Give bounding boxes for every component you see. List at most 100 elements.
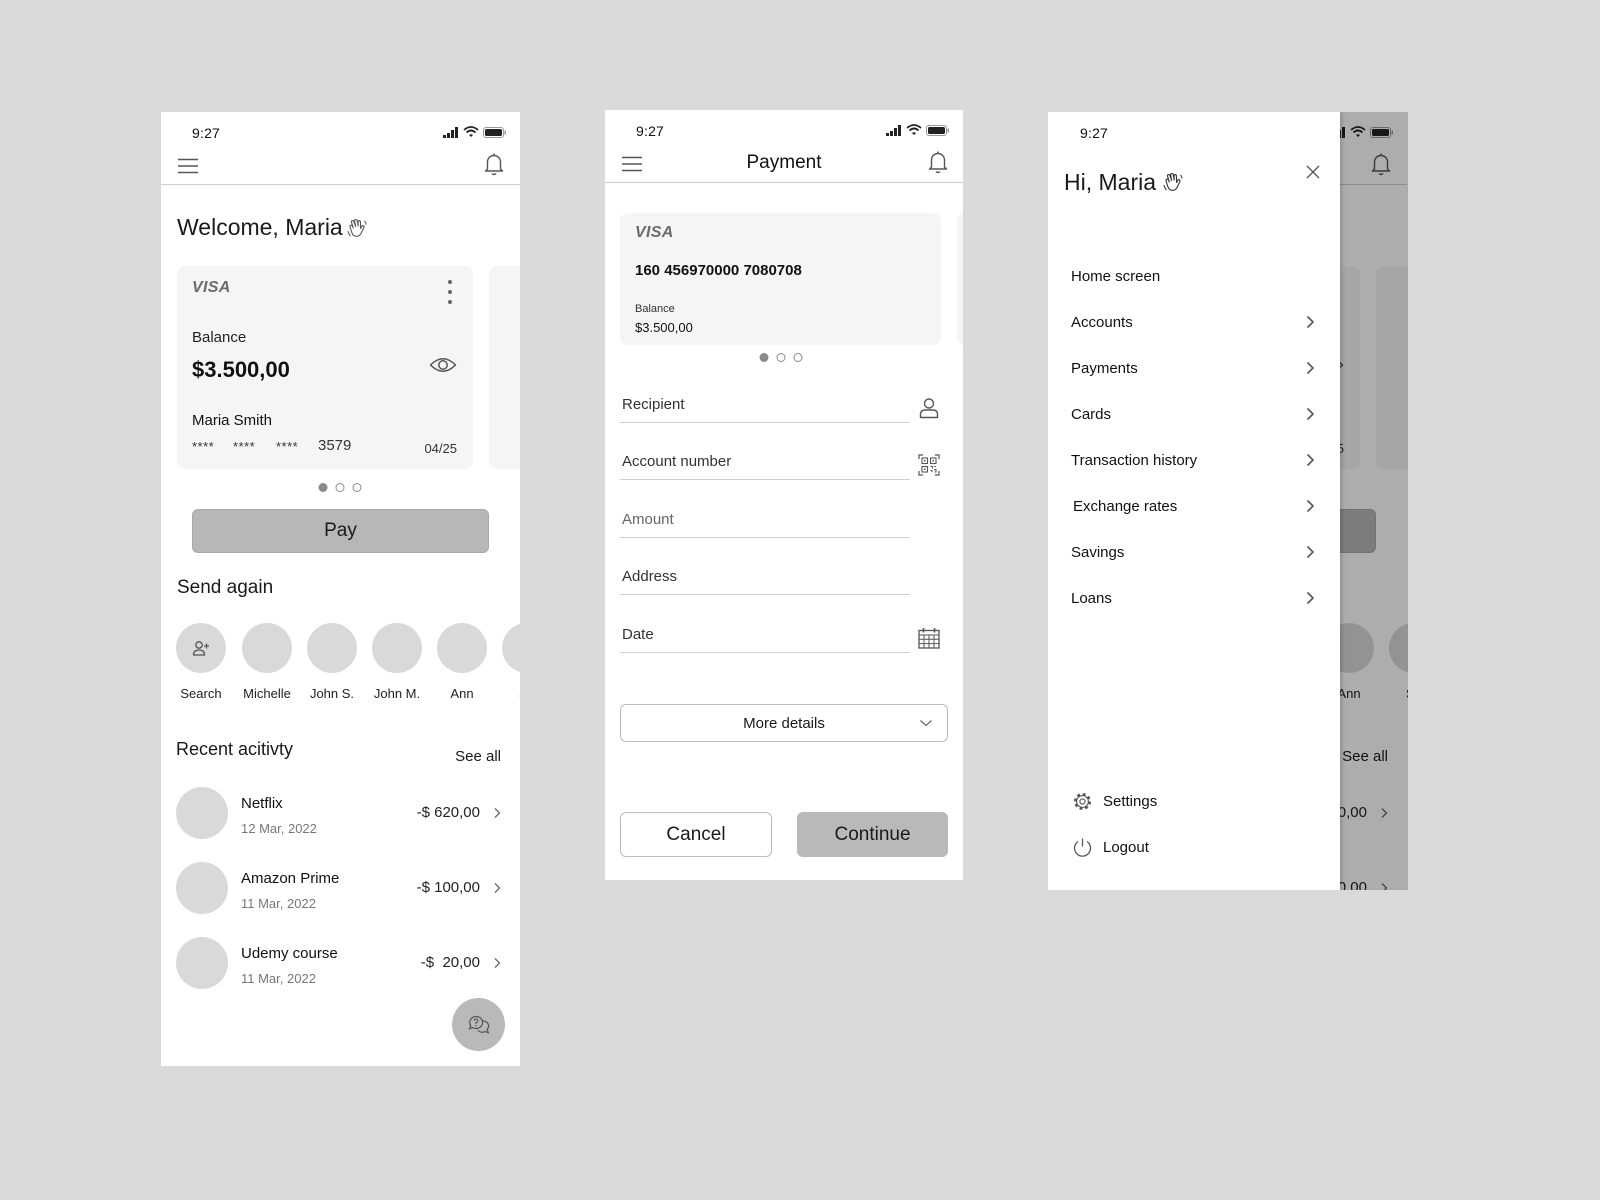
carousel-dot[interactable] xyxy=(318,483,328,492)
menu-item-label: Cards xyxy=(1071,405,1112,423)
contact-item[interactable]: Michelle xyxy=(237,623,297,701)
contact-item[interactable]: John S. xyxy=(302,623,362,701)
logout-label: Logout xyxy=(1103,838,1149,856)
menu-item-payments[interactable]: Payments xyxy=(1071,345,1321,391)
status-time: 9:27 xyxy=(192,125,221,141)
amount-field[interactable]: Amount xyxy=(620,507,910,538)
balance-amount: $3.500,00 xyxy=(635,320,693,335)
notifications-bell-icon[interactable] xyxy=(483,152,505,176)
person-icon[interactable] xyxy=(918,397,940,419)
header-divider xyxy=(161,184,520,185)
status-time: 9:27 xyxy=(636,123,665,139)
next-card-peek[interactable] xyxy=(957,213,963,345)
waving-hand-icon xyxy=(1163,172,1183,192)
menu-item-label: Loans xyxy=(1071,589,1112,607)
visa-logo: VISA xyxy=(635,224,674,241)
transaction-amount: -$ 20,00 xyxy=(420,954,480,971)
transaction-row[interactable]: Netflix 12 Mar, 2022 -$ 620,00 xyxy=(161,787,520,843)
carousel-dot[interactable] xyxy=(335,483,345,492)
date-field[interactable]: Date xyxy=(620,622,910,653)
field-label: Amount xyxy=(622,511,674,528)
contact-avatar[interactable] xyxy=(176,623,226,673)
contact-avatar[interactable] xyxy=(307,623,357,673)
menu-item-transaction-history[interactable]: Transaction history xyxy=(1071,437,1321,483)
transaction-title: Netflix xyxy=(241,795,283,812)
pay-button[interactable]: Pay xyxy=(192,509,489,553)
contact-search[interactable]: Search xyxy=(171,623,231,701)
person-add-icon xyxy=(192,640,210,656)
notifications-bell-icon[interactable] xyxy=(927,150,949,174)
transaction-avatar xyxy=(176,787,228,839)
cancel-button[interactable]: Cancel xyxy=(620,812,772,857)
card-masked-group: **** xyxy=(233,439,256,454)
account-number: 160 456970000 7080708 xyxy=(635,262,802,279)
qr-code-icon[interactable] xyxy=(918,454,940,476)
next-card-peek[interactable] xyxy=(489,266,520,469)
contact-avatar[interactable] xyxy=(242,623,292,673)
battery-icon xyxy=(483,126,507,138)
account-number-field[interactable]: Account number xyxy=(620,449,910,480)
card-holder-name: Maria Smith xyxy=(192,412,273,429)
help-chat-button[interactable] xyxy=(452,998,505,1051)
chevron-right-icon xyxy=(493,807,501,819)
recipient-field[interactable]: Recipient xyxy=(620,392,910,423)
card-more-options-icon[interactable] xyxy=(446,279,454,305)
menu-item-savings[interactable]: Savings xyxy=(1071,529,1321,575)
chevron-right-icon xyxy=(1305,361,1315,375)
chevron-right-icon xyxy=(1305,545,1315,559)
card-last-four: 3579 xyxy=(318,437,352,454)
greeting-heading: Hi, Maria xyxy=(1064,169,1157,195)
carousel-dot[interactable] xyxy=(759,353,769,362)
contact-item[interactable]: John M. xyxy=(367,623,427,701)
waving-hand-icon xyxy=(347,218,367,238)
transaction-row[interactable]: Udemy course 11 Mar, 2022 -$ 20,00 xyxy=(161,937,520,993)
carousel-dot[interactable] xyxy=(352,483,362,492)
calendar-icon[interactable] xyxy=(918,627,940,649)
see-all-link[interactable]: See all xyxy=(455,748,501,765)
chevron-right-icon xyxy=(493,882,501,894)
menu-hamburger-icon[interactable] xyxy=(178,158,198,174)
contact-avatar[interactable] xyxy=(437,623,487,673)
address-field[interactable]: Address xyxy=(620,564,910,595)
send-again-title: Send again xyxy=(177,577,274,598)
power-icon xyxy=(1072,837,1093,858)
menu-item-accounts[interactable]: Accounts xyxy=(1071,299,1321,345)
continue-button[interactable]: Continue xyxy=(797,812,948,857)
contact-item[interactable]: Sa xyxy=(497,623,520,701)
chevron-right-icon xyxy=(1305,407,1315,421)
transaction-avatar xyxy=(176,937,228,989)
contact-item[interactable]: Ann xyxy=(432,623,492,701)
more-details-dropdown[interactable]: More details xyxy=(620,704,948,742)
menu-item-home-screen[interactable]: Home screen xyxy=(1071,253,1321,299)
menu-item-exchange-rates[interactable]: Exchange rates xyxy=(1073,483,1321,529)
contact-avatar[interactable] xyxy=(372,623,422,673)
show-balance-eye-icon[interactable] xyxy=(429,354,457,376)
settings-menu-item[interactable]: Settings xyxy=(1072,786,1157,816)
status-icons xyxy=(886,124,950,136)
transaction-date: 11 Mar, 2022 xyxy=(241,971,316,986)
welcome-heading: Welcome, Maria xyxy=(177,214,343,240)
transaction-row[interactable]: Amazon Prime 11 Mar, 2022 -$ 100,00 xyxy=(161,862,520,918)
card-visa[interactable]: VISA Balance $3.500,00 Maria Smith **** … xyxy=(177,266,473,469)
contact-name: Search xyxy=(180,686,222,701)
carousel-dot[interactable] xyxy=(793,353,803,362)
menu-item-label: Exchange rates xyxy=(1073,497,1178,515)
status-icons xyxy=(443,126,507,138)
contact-name: Sa xyxy=(497,686,520,701)
menu-item-label: Transaction history xyxy=(1071,451,1198,469)
menu-item-cards[interactable]: Cards xyxy=(1071,391,1321,437)
field-label: Address xyxy=(622,568,678,585)
balance-amount: $3.500,00 xyxy=(192,357,290,382)
carousel-dot[interactable] xyxy=(776,353,786,362)
menu-item-label: Accounts xyxy=(1071,313,1133,331)
selected-card[interactable]: VISA 160 456970000 7080708 Balance $3.50… xyxy=(620,213,941,345)
close-icon[interactable] xyxy=(1305,164,1321,180)
contact-avatar[interactable] xyxy=(502,623,520,673)
menu-item-loans[interactable]: Loans xyxy=(1071,575,1321,621)
menu-drawer-screen: 9:27 Welcome, Maria VISA Balance $3.500,… xyxy=(1048,112,1408,890)
header-divider xyxy=(605,182,963,183)
transaction-date: 12 Mar, 2022 xyxy=(241,821,317,836)
transaction-amount: -$ 100,00 xyxy=(416,879,480,896)
logout-menu-item[interactable]: Logout xyxy=(1072,832,1149,862)
chevron-right-icon xyxy=(1305,591,1315,605)
